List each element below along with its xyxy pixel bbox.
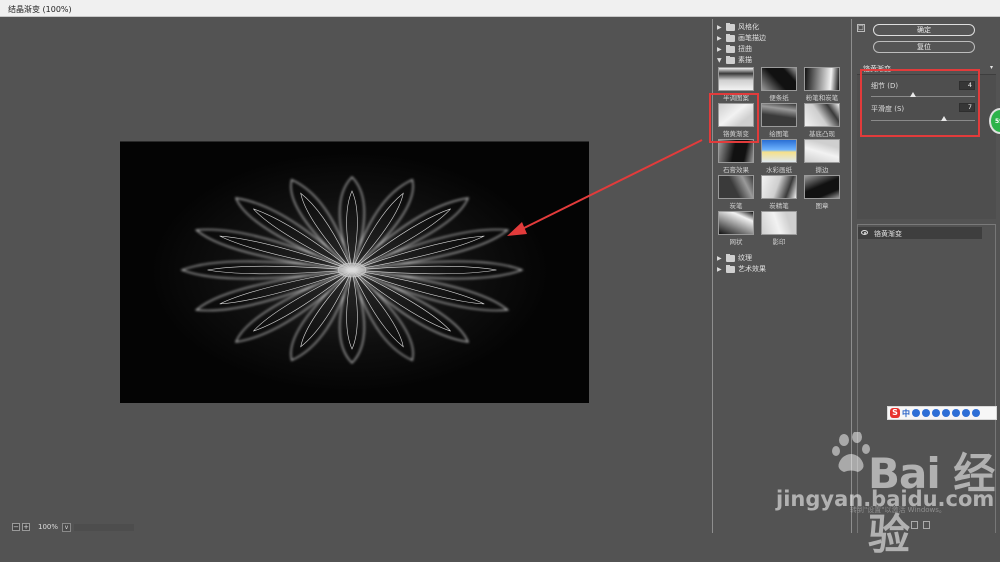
ime-chinese-mode[interactable]: 中 xyxy=(902,408,910,419)
microphone-icon[interactable] xyxy=(932,409,940,417)
skin-icon[interactable] xyxy=(962,409,970,417)
user-icon[interactable] xyxy=(952,409,960,417)
reset-button[interactable]: 复位 xyxy=(873,41,975,53)
ok-button[interactable]: 确定 xyxy=(873,24,975,36)
toggle-gallery-icon[interactable]: □ xyxy=(857,24,865,32)
emoji-icon[interactable] xyxy=(922,409,930,417)
bubble-value: 59 xyxy=(995,118,1000,125)
effect-layer-label: 铬黄渐变 xyxy=(874,230,902,238)
parameters-highlight xyxy=(860,69,980,137)
punctuation-icon[interactable] xyxy=(912,409,920,417)
sogou-logo-icon[interactable]: S xyxy=(890,408,900,418)
keyboard-icon[interactable] xyxy=(942,409,950,417)
windows-activation-notice: 转到"设置"以激活 Windows。 xyxy=(850,506,946,514)
chevron-down-icon: ▾ xyxy=(989,64,993,71)
ime-toolbar[interactable]: S 中 xyxy=(887,406,997,420)
effect-layer-item[interactable]: 铬黄渐变 xyxy=(858,227,982,239)
wrench-icon[interactable] xyxy=(972,409,980,417)
eye-icon[interactable] xyxy=(861,230,868,235)
